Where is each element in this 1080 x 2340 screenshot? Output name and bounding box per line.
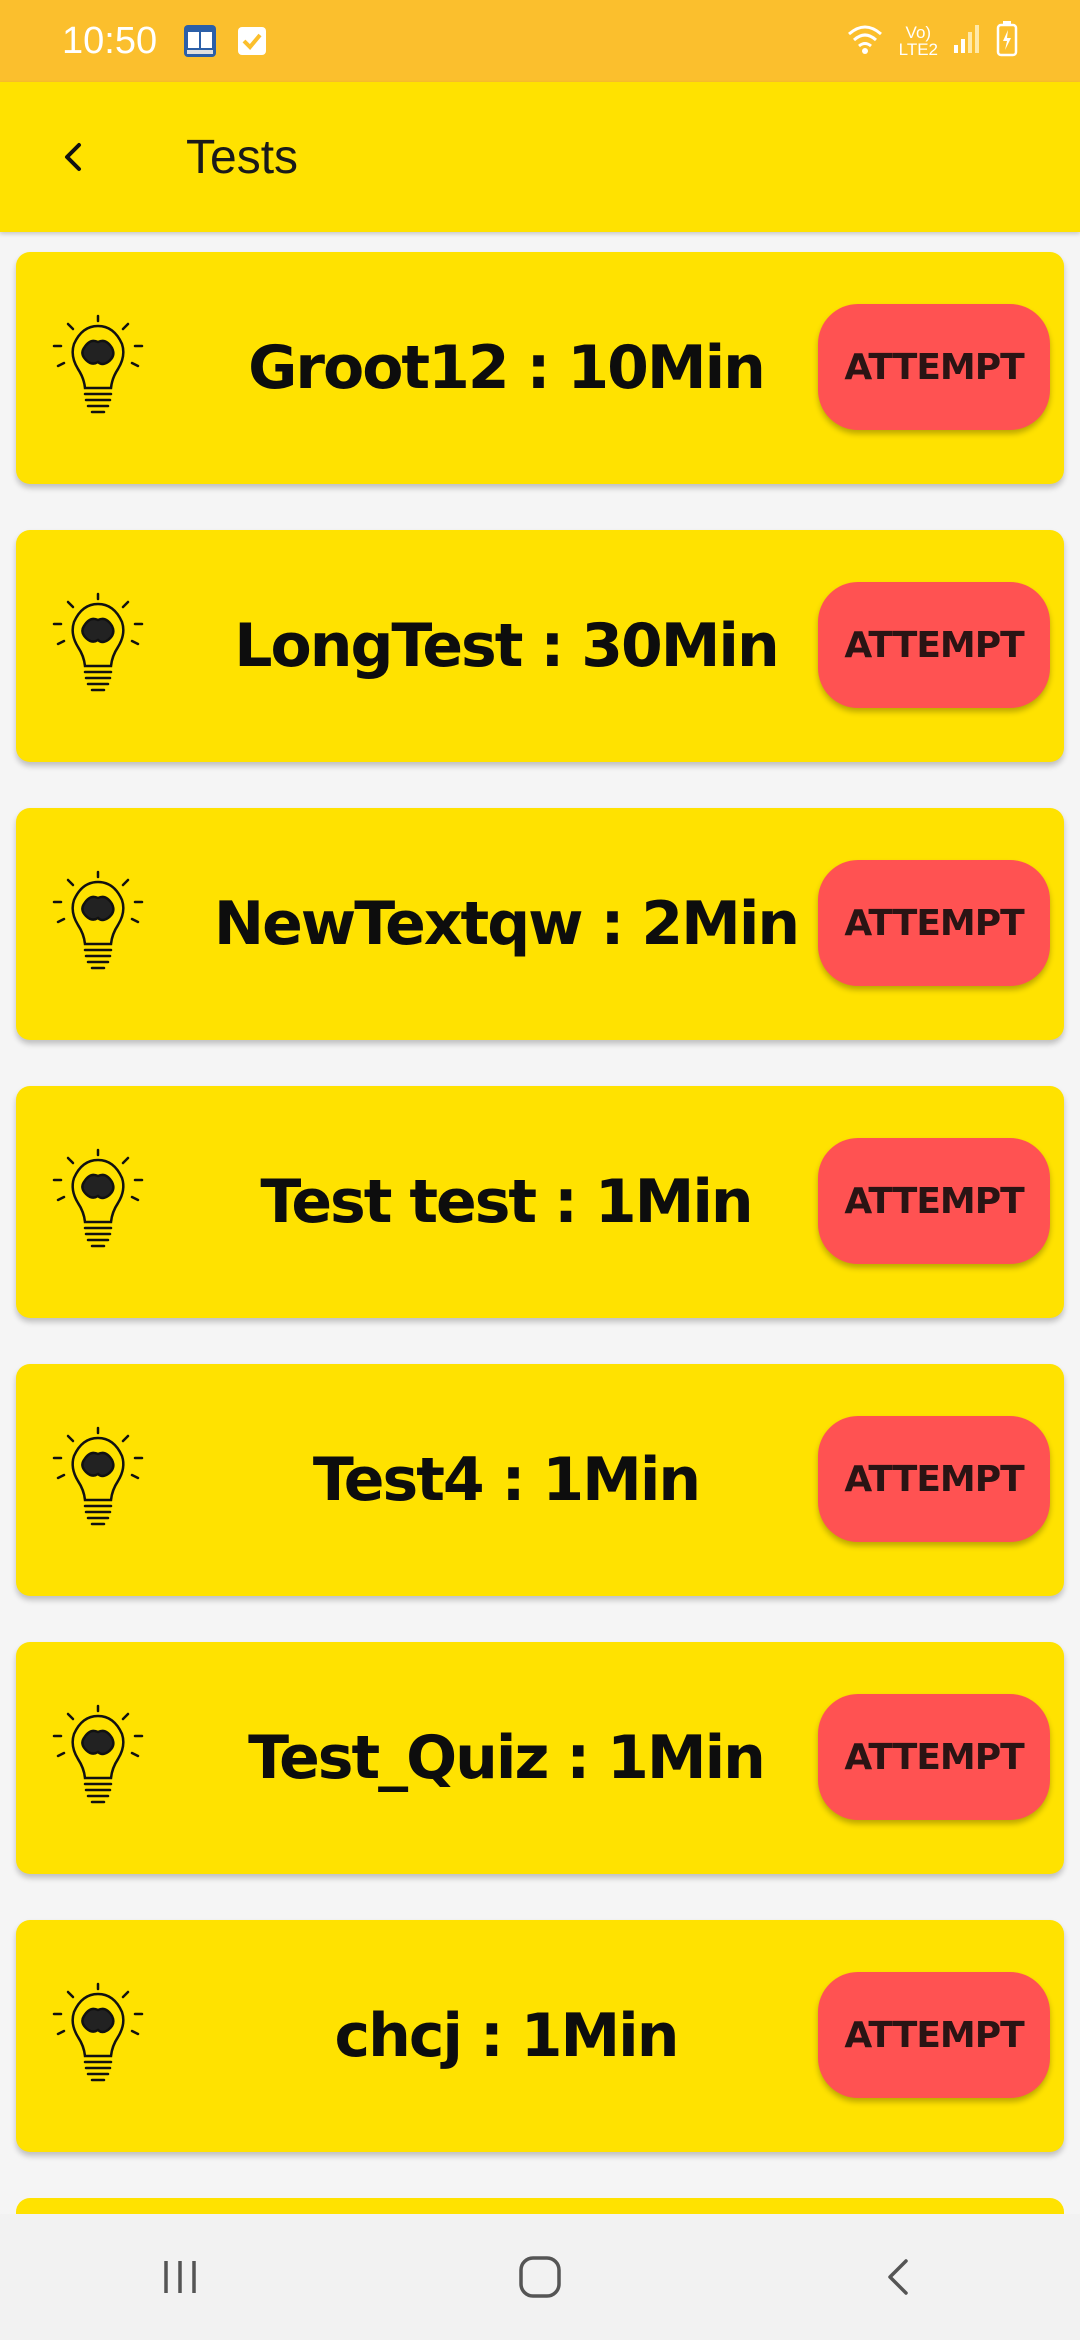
system-nav-bar [0, 2214, 1080, 2340]
lightbulb-brain-icon [52, 1704, 144, 1804]
lightbulb-brain-icon [52, 1982, 144, 2082]
page-title: Tests [186, 130, 299, 184]
test-title: LongTest : 30Min [234, 611, 779, 681]
test-card: Groot12 : 10Min ATTEMPT [16, 252, 1064, 484]
signal-icon [952, 23, 982, 59]
test-card: Test test : 1Min ATTEMPT [16, 1086, 1064, 1318]
attempt-button[interactable]: ATTEMPT [818, 1138, 1050, 1264]
status-bar: 10:50 Vo) LTE2 [0, 0, 1080, 82]
wifi-icon [845, 22, 885, 60]
test-title: NewTextqw : 2Min [213, 889, 800, 959]
test-card: Test_Quiz : 1Min ATTEMPT [16, 1642, 1064, 1874]
attempt-button[interactable]: ATTEMPT [818, 582, 1050, 708]
test-title: Test_Quiz : 1Min [248, 1723, 766, 1793]
lte-label: LTE2 [898, 40, 938, 59]
lightbulb-brain-icon [52, 1426, 144, 1526]
home-icon [519, 2256, 561, 2298]
back-arrow-icon [888, 2259, 908, 2295]
test-title: Test test : 1Min [260, 1167, 753, 1237]
recent-apps-icon [164, 2261, 196, 2293]
attempt-button[interactable]: ATTEMPT [818, 1416, 1050, 1542]
test-card: LongTest : 30Min ATTEMPT [16, 530, 1064, 762]
app-bar: Tests [0, 82, 1080, 232]
battery-icon [996, 21, 1018, 61]
home-button[interactable] [500, 2237, 580, 2317]
lightbulb-brain-icon [52, 870, 144, 970]
test-card: chcj : 1Min ATTEMPT [16, 1920, 1064, 2152]
test-card: NewTextqw : 2Min ATTEMPT [16, 808, 1064, 1040]
test-title: chcj : 1Min [334, 2001, 680, 2071]
test-card: Test4 : 1Min ATTEMPT [16, 1364, 1064, 1596]
chevron-left-icon [65, 143, 81, 171]
lightbulb-brain-icon [52, 592, 144, 692]
back-button[interactable] [38, 122, 108, 192]
system-back-button[interactable] [860, 2237, 940, 2317]
test-title: Test4 : 1Min [312, 1445, 701, 1515]
task-check-icon [235, 24, 269, 58]
test-list: Groot12 : 10Min ATTEMPT LongTest : 30Min… [16, 252, 1064, 2218]
lightbulb-brain-icon [52, 314, 144, 414]
status-time: 10:50 [62, 19, 158, 62]
book-app-icon [183, 24, 217, 58]
network-type: Vo) LTE2 [899, 24, 938, 58]
attempt-button[interactable]: ATTEMPT [818, 860, 1050, 986]
recent-apps-button[interactable] [140, 2237, 220, 2317]
attempt-button[interactable]: ATTEMPT [818, 1694, 1050, 1820]
attempt-button[interactable]: ATTEMPT [818, 304, 1050, 430]
test-title: Groot12 : 10Min [248, 333, 766, 403]
lightbulb-brain-icon [52, 1148, 144, 1248]
volte-label: Vo) [905, 23, 932, 42]
attempt-button[interactable]: ATTEMPT [818, 1972, 1050, 2098]
